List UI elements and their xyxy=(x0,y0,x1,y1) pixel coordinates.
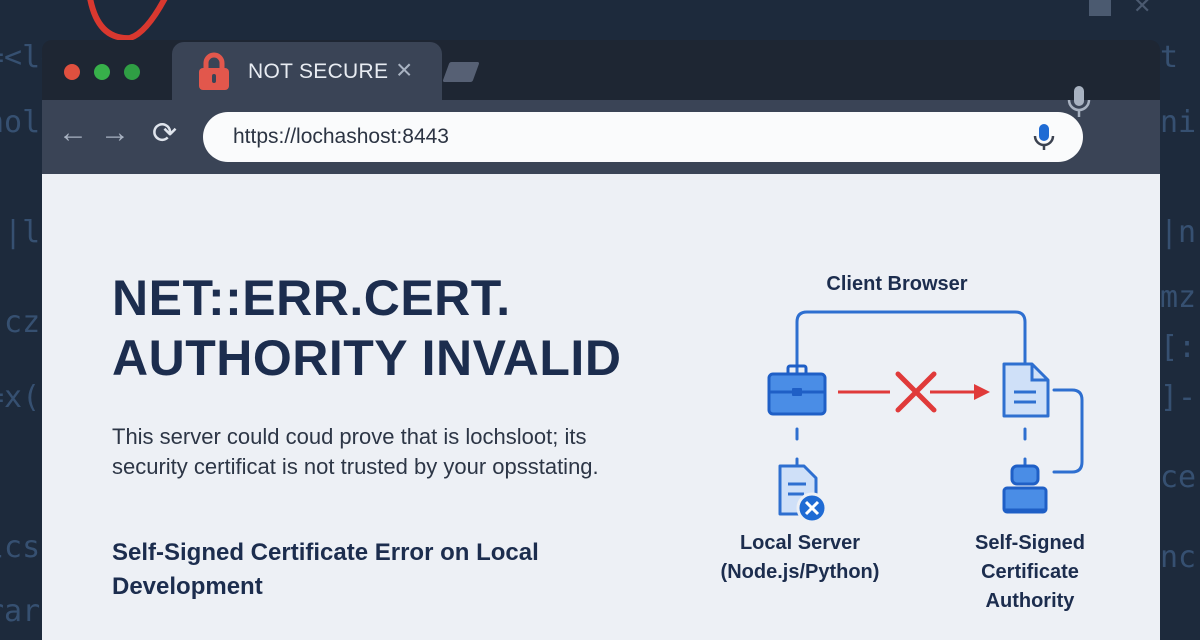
maximize-icon[interactable] xyxy=(1089,0,1111,16)
close-icon[interactable]: × xyxy=(396,54,412,86)
authority-person-icon xyxy=(1002,464,1048,514)
ca-bracket-line xyxy=(1052,388,1084,474)
code-text: mz xyxy=(1160,280,1197,315)
local-server-label-line: (Node.js/Python) xyxy=(720,561,880,583)
toolbar: ← → ⟳ https://lochashost:8443 xyxy=(42,100,1160,174)
ca-label-line: Certificate xyxy=(981,561,1079,583)
code-text: nc xyxy=(1160,540,1197,575)
client-browser-label: Client Browser xyxy=(826,273,968,295)
code-text: .cz xyxy=(0,305,41,340)
ca-label-line: Self-Signed xyxy=(974,532,1085,554)
code-text: nol xyxy=(0,105,41,140)
code-text: t xyxy=(1160,40,1179,75)
briefcase-icon xyxy=(767,364,827,416)
tab-bar: NOT SECURE × xyxy=(42,40,1160,100)
tab-title: NOT SECURE xyxy=(248,60,389,83)
local-server-label: Local Server (Node.js/Python) xyxy=(710,529,890,587)
zoom-dot-icon[interactable] xyxy=(124,64,140,80)
server-file-error-icon xyxy=(778,464,828,524)
code-text: lcs xyxy=(0,530,41,565)
close-dot-icon[interactable] xyxy=(64,64,80,80)
certificate-document-icon xyxy=(1002,362,1050,418)
ca-label-line: Authority xyxy=(985,590,1075,612)
blocked-arrow-icon xyxy=(838,371,990,413)
traffic-lights xyxy=(64,64,140,80)
code-text: |n xyxy=(1160,215,1197,250)
code-text: [: xyxy=(1160,330,1197,365)
back-icon[interactable]: ← xyxy=(58,116,88,150)
client-bracket-line xyxy=(795,310,1027,376)
minimize-dot-icon[interactable] xyxy=(94,64,110,80)
code-text: ]-( xyxy=(1160,380,1200,415)
certificate-authority-label: Self-Signed Certificate Authority xyxy=(955,529,1105,616)
code-text: ce xyxy=(1160,460,1197,495)
error-page: NET::ERR.CERT. AUTHORITY INVALID This se… xyxy=(42,174,1160,640)
tab-not-secure[interactable]: NOT SECURE × xyxy=(172,42,442,100)
url-text: https://lochashost:8443 xyxy=(233,125,449,148)
browser-window: NOT SECURE × ← → ⟳ https://lochashost:84… xyxy=(42,40,1160,640)
local-server-label-line: Local Server xyxy=(739,532,861,554)
code-text: )|l xyxy=(0,215,41,250)
reload-icon[interactable]: ⟳ xyxy=(152,116,177,151)
forward-icon[interactable]: → xyxy=(100,116,130,150)
microphone-icon[interactable] xyxy=(1033,123,1055,151)
code-text: ni xyxy=(1160,105,1197,140)
close-window-icon[interactable]: ✕ xyxy=(1133,0,1155,17)
lock-icon xyxy=(199,52,229,90)
code-text: =x( xyxy=(0,380,41,415)
window-controls: ✕ xyxy=(1089,0,1155,17)
new-tab-button[interactable] xyxy=(442,62,480,82)
code-text: rar xyxy=(0,594,41,629)
voice-search-icon[interactable] xyxy=(1066,85,1092,119)
address-bar[interactable]: https://lochashost:8443 xyxy=(203,112,1083,162)
